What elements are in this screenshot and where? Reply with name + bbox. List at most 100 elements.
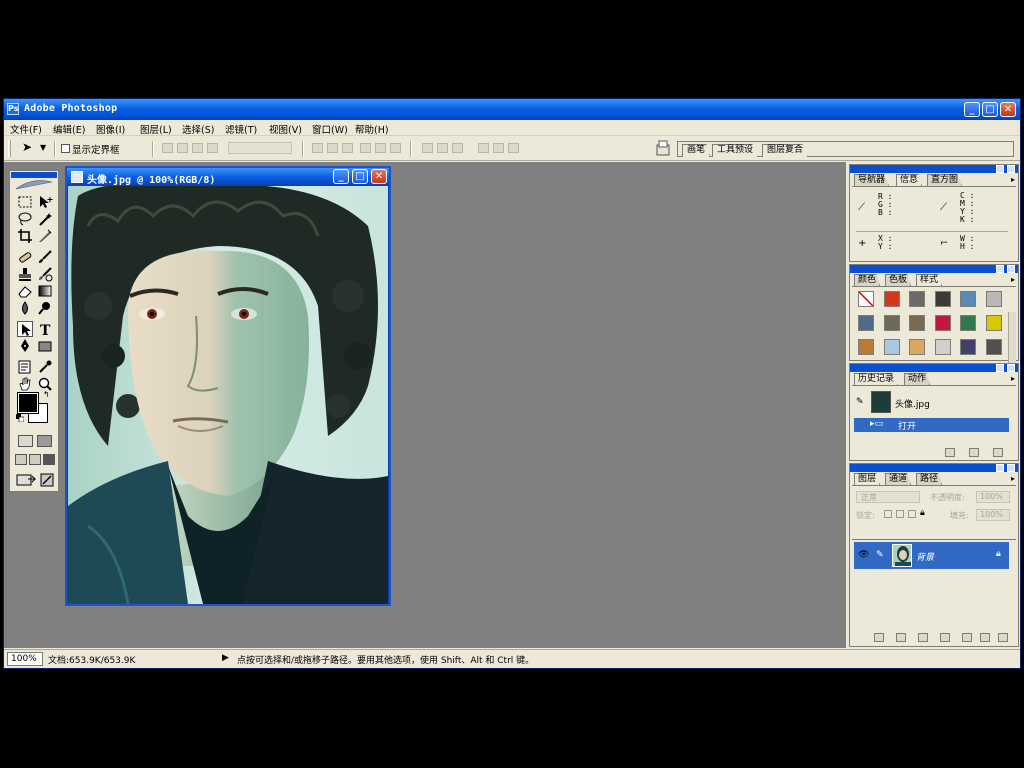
close-button[interactable]: ✕: [1000, 102, 1016, 117]
history-step[interactable]: ▸▭ 打开: [854, 418, 1009, 432]
hand-tool-icon[interactable]: [17, 376, 33, 392]
distribute-button[interactable]: [478, 143, 489, 153]
style-swatch[interactable]: [909, 339, 925, 355]
imageready-icon[interactable]: [40, 473, 54, 487]
panel-minimize-button[interactable]: [996, 364, 1004, 372]
align-top-button[interactable]: [312, 143, 323, 153]
distribute-button[interactable]: [437, 143, 448, 153]
menu-edit[interactable]: 编辑(E): [53, 122, 85, 136]
panel-menu-arrow-icon[interactable]: ▸: [1011, 474, 1015, 483]
healing-brush-tool-icon[interactable]: [17, 249, 33, 265]
distribute-button[interactable]: [422, 143, 433, 153]
menu-view[interactable]: 视图(V): [269, 122, 302, 136]
eraser-tool-icon[interactable]: [17, 283, 33, 299]
tab-history[interactable]: 历史记录: [854, 373, 899, 385]
document-minimize-button[interactable]: _: [333, 169, 349, 184]
panel-menu-arrow-icon[interactable]: ▸: [1011, 374, 1015, 383]
panel-menu-arrow-icon[interactable]: ▸: [1011, 175, 1015, 184]
swap-colors-icon[interactable]: ↰: [43, 391, 52, 400]
tab-layers[interactable]: 图层: [854, 473, 881, 485]
panel-title-bar[interactable]: [850, 364, 1018, 372]
dodge-tool-icon[interactable]: [37, 300, 53, 316]
align-right-button[interactable]: [390, 143, 401, 153]
add-layer-style-button[interactable]: [896, 633, 906, 642]
lock-position-icon[interactable]: [908, 510, 916, 518]
style-swatch[interactable]: [985, 315, 1002, 331]
add-mask-button[interactable]: [918, 633, 928, 642]
show-bounding-box-checkbox[interactable]: [61, 144, 70, 153]
panel-close-button[interactable]: [1007, 265, 1015, 273]
standard-mode-icon[interactable]: [18, 435, 33, 447]
tab-color[interactable]: 颜色: [854, 274, 881, 286]
style-swatch[interactable]: [934, 291, 951, 307]
notes-tool-icon[interactable]: [17, 359, 33, 375]
crop-tool-icon[interactable]: [17, 228, 33, 244]
panel-close-button[interactable]: [1007, 165, 1015, 173]
style-swatch[interactable]: [985, 291, 1002, 307]
tab-swatches[interactable]: 色板: [885, 274, 912, 286]
blend-mode-select[interactable]: 正常: [856, 491, 920, 503]
toolbox-header[interactable]: [11, 172, 57, 178]
title-bar[interactable]: Ps Adobe Photoshop _ □ ✕: [4, 99, 1020, 120]
delete-layer-button[interactable]: [998, 633, 1008, 642]
menu-select[interactable]: 选择(S): [182, 122, 214, 136]
panel-title-bar[interactable]: [850, 265, 1018, 273]
tab-navigator[interactable]: 导航器: [854, 174, 890, 186]
feather-logo-icon[interactable]: [14, 179, 54, 191]
minimize-button[interactable]: _: [964, 102, 980, 117]
standard-screen-mode-icon[interactable]: [15, 454, 27, 465]
panel-close-button[interactable]: [1007, 464, 1015, 472]
align-button[interactable]: [162, 143, 173, 153]
fill-field[interactable]: 100%: [976, 509, 1010, 521]
history-snapshot[interactable]: ✎ 头像.jpg: [854, 390, 1009, 414]
panel-title-bar[interactable]: [850, 165, 1018, 173]
panel-close-button[interactable]: [1007, 364, 1015, 372]
align-button[interactable]: [192, 143, 203, 153]
panel-minimize-button[interactable]: [996, 165, 1004, 173]
panel-minimize-button[interactable]: [996, 265, 1004, 273]
style-swatch[interactable]: [960, 339, 976, 355]
clone-stamp-tool-icon[interactable]: [17, 266, 33, 282]
style-swatch[interactable]: [985, 339, 1002, 355]
tab-brushes[interactable]: 画笔: [682, 144, 711, 157]
history-brush-tool-icon[interactable]: [37, 266, 53, 282]
tab-info[interactable]: 信息: [896, 174, 923, 186]
style-swatch[interactable]: [883, 291, 900, 307]
panel-title-bar[interactable]: [850, 464, 1018, 472]
quick-mask-mode-icon[interactable]: [37, 435, 52, 447]
distribute-button[interactable]: [452, 143, 463, 153]
distribute-button[interactable]: [508, 143, 519, 153]
tab-layer-comps[interactable]: 图层复合: [762, 144, 809, 157]
document-title-bar[interactable]: 头像.jpg @ 100%(RGB/8) _ □ ✕: [67, 168, 389, 186]
lock-transparency-icon[interactable]: [884, 510, 892, 518]
style-swatch[interactable]: [909, 315, 925, 331]
style-swatch[interactable]: [960, 291, 976, 307]
menu-layer[interactable]: 图层(L): [140, 122, 172, 136]
document-size[interactable]: 文档:653.9K/653.9K: [48, 653, 135, 666]
tab-actions[interactable]: 动作: [904, 373, 931, 385]
lock-pixels-icon[interactable]: [896, 510, 904, 518]
pen-tool-icon[interactable]: [17, 338, 33, 354]
lock-all-icon[interactable]: 🔒︎: [920, 508, 925, 518]
style-swatch[interactable]: [960, 315, 976, 331]
menu-filter[interactable]: 滤镜(T): [225, 122, 257, 136]
align-button[interactable]: [177, 143, 188, 153]
brush-link-icon[interactable]: ✎: [876, 550, 884, 560]
style-swatch[interactable]: [934, 339, 951, 355]
chevron-down-icon[interactable]: ▼: [40, 143, 46, 152]
magic-wand-tool-icon[interactable]: [37, 211, 53, 227]
full-screen-mode-icon[interactable]: [43, 454, 55, 465]
new-group-button[interactable]: [962, 633, 972, 642]
rectangle-tool-icon[interactable]: [37, 338, 53, 354]
menu-file[interactable]: 文件(F): [10, 122, 42, 136]
zoom-level-field[interactable]: 100%: [7, 652, 43, 666]
lasso-tool-icon[interactable]: [17, 211, 33, 227]
document-maximize-button[interactable]: □: [352, 169, 368, 184]
layer-row[interactable]: 👁︎ ✎ 背景 🔒︎: [854, 542, 1009, 569]
foreground-color-swatch[interactable]: [17, 392, 39, 414]
style-swatch[interactable]: [909, 291, 925, 307]
tab-paths[interactable]: 路径: [916, 473, 943, 485]
opacity-field[interactable]: 100%: [976, 491, 1010, 503]
style-swatch[interactable]: [883, 315, 900, 331]
menu-image[interactable]: 图像(I): [96, 122, 125, 136]
